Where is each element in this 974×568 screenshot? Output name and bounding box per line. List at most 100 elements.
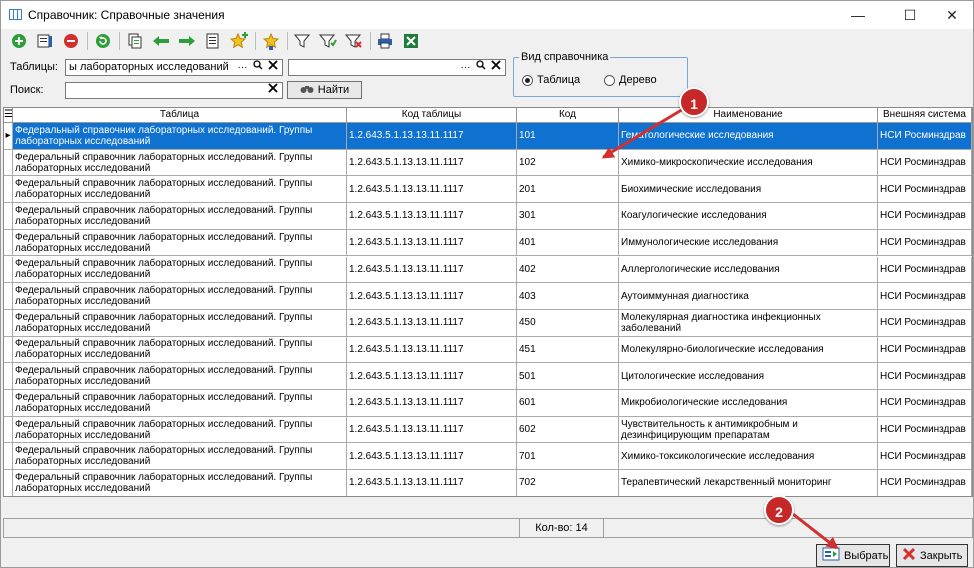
table-cell[interactable]: Аллергологические исследования: [619, 256, 878, 283]
table-cell[interactable]: 101: [517, 123, 619, 149]
table-cell[interactable]: НСИ Росминздрав: [878, 443, 972, 470]
radio-table-label[interactable]: Таблица: [537, 74, 580, 86]
table-cell[interactable]: НСИ Росминздрав: [878, 309, 972, 336]
table-cell[interactable]: 1.2.643.5.1.13.13.11.1117: [347, 203, 517, 229]
table-row[interactable]: Федеральный справочник лабораторных иссл…: [4, 256, 972, 284]
table-cell[interactable]: 501: [517, 363, 619, 389]
column-header[interactable]: Код: [517, 108, 619, 123]
search-icon[interactable]: [474, 60, 487, 75]
table-cell[interactable]: НСИ Росминздрав: [878, 416, 972, 443]
second-filter-field[interactable]: ···: [288, 59, 506, 76]
table-row[interactable]: Федеральный справочник лабораторных иссл…: [4, 149, 972, 177]
table-cell[interactable]: 201: [517, 176, 619, 203]
table-row[interactable]: Федеральный справочник лабораторных иссл…: [4, 470, 972, 496]
table-cell[interactable]: НСИ Росминздрав: [878, 123, 972, 149]
table-row[interactable]: ▸ Федеральный справочник лабораторных исс…: [4, 123, 972, 150]
table-cell[interactable]: 1.2.643.5.1.13.13.11.1117: [347, 229, 517, 256]
star-add-icon[interactable]: [230, 32, 248, 50]
search-input[interactable]: [65, 82, 283, 99]
table-row[interactable]: Федеральный справочник лабораторных иссл…: [4, 229, 972, 257]
search-icon[interactable]: [251, 60, 264, 75]
arrow-right-icon[interactable]: [178, 32, 196, 50]
edit-icon[interactable]: [36, 32, 54, 50]
table-cell[interactable]: НСИ Росминздрав: [878, 203, 972, 229]
table-cell[interactable]: Микробиологические исследования: [619, 390, 878, 416]
maximize-button[interactable]: ☐: [887, 1, 933, 29]
table-cell[interactable]: Молекулярная диагностика инфекционных за…: [619, 309, 878, 336]
radio-tree[interactable]: [604, 75, 615, 86]
grid-menu-icon[interactable]: ☰: [4, 108, 13, 123]
table-row[interactable]: Федеральный справочник лабораторных иссл…: [4, 309, 972, 337]
table-cell[interactable]: 402: [517, 256, 619, 283]
table-cell[interactable]: 602: [517, 416, 619, 443]
table-cell[interactable]: Федеральный справочник лабораторных иссл…: [13, 309, 347, 336]
column-header[interactable]: Наименование: [619, 108, 878, 123]
tables-field[interactable]: ы лабораторных исследований ···: [65, 59, 283, 76]
table-cell[interactable]: Федеральный справочник лабораторных иссл…: [13, 256, 347, 283]
table-cell[interactable]: Молекулярно-биологические исследования: [619, 336, 878, 363]
table-cell[interactable]: Федеральный справочник лабораторных иссл…: [13, 443, 347, 470]
table-row[interactable]: Федеральный справочник лабораторных иссл…: [4, 336, 972, 364]
table-cell[interactable]: НСИ Росминздрав: [878, 390, 972, 416]
minimize-button[interactable]: —: [835, 1, 881, 29]
ellipsis-button[interactable]: ···: [459, 60, 472, 75]
table-cell[interactable]: 1.2.643.5.1.13.13.11.1117: [347, 416, 517, 443]
table-cell[interactable]: Федеральный справочник лабораторных иссл…: [13, 203, 347, 229]
table-cell[interactable]: НСИ Росминздрав: [878, 363, 972, 389]
table-cell[interactable]: Федеральный справочник лабораторных иссл…: [13, 149, 347, 176]
refresh-icon[interactable]: [94, 32, 112, 50]
table-cell[interactable]: Федеральный справочник лабораторных иссл…: [13, 123, 347, 149]
table-cell[interactable]: Федеральный справочник лабораторных иссл…: [13, 283, 347, 309]
find-button[interactable]: Найти: [287, 81, 362, 99]
print-icon[interactable]: [376, 32, 394, 50]
table-cell[interactable]: Федеральный справочник лабораторных иссл…: [13, 336, 347, 363]
table-cell[interactable]: 450: [517, 309, 619, 336]
table-cell[interactable]: Федеральный справочник лабораторных иссл…: [13, 390, 347, 416]
filter-clear-icon[interactable]: [345, 32, 363, 50]
clear-icon[interactable]: [489, 60, 502, 75]
radio-table[interactable]: [522, 75, 533, 86]
delete-icon[interactable]: [62, 32, 80, 50]
table-cell[interactable]: 1.2.643.5.1.13.13.11.1117: [347, 443, 517, 470]
import-icon[interactable]: [204, 32, 222, 50]
table-row[interactable]: Федеральный справочник лабораторных иссл…: [4, 176, 972, 204]
table-row[interactable]: Федеральный справочник лабораторных иссл…: [4, 390, 972, 417]
table-cell[interactable]: 1.2.643.5.1.13.13.11.1117: [347, 123, 517, 149]
table-cell[interactable]: 1.2.643.5.1.13.13.11.1117: [347, 309, 517, 336]
clear-icon[interactable]: [266, 83, 279, 98]
ellipsis-button[interactable]: ···: [236, 60, 249, 75]
table-row[interactable]: Федеральный справочник лабораторных иссл…: [4, 203, 972, 230]
column-header[interactable]: Код таблицы: [347, 108, 517, 123]
table-cell[interactable]: Федеральный справочник лабораторных иссл…: [13, 470, 347, 496]
column-header[interactable]: Таблица: [13, 108, 347, 123]
close-button[interactable]: Закрыть: [896, 544, 968, 567]
filter-edit-icon[interactable]: [319, 32, 337, 50]
table-cell[interactable]: 1.2.643.5.1.13.13.11.1117: [347, 283, 517, 309]
table-cell[interactable]: 701: [517, 443, 619, 470]
clear-icon[interactable]: [266, 60, 279, 75]
table-cell[interactable]: 1.2.643.5.1.13.13.11.1117: [347, 149, 517, 176]
table-cell[interactable]: НСИ Росминздрав: [878, 283, 972, 309]
table-cell[interactable]: НСИ Росминздрав: [878, 470, 972, 496]
table-cell[interactable]: 1.2.643.5.1.13.13.11.1117: [347, 363, 517, 389]
table-cell[interactable]: 403: [517, 283, 619, 309]
table-cell[interactable]: Гематологические исследования: [619, 123, 878, 149]
table-cell[interactable]: 1.2.643.5.1.13.13.11.1117: [347, 256, 517, 283]
arrow-left-icon[interactable]: [152, 32, 170, 50]
add-icon[interactable]: [10, 32, 28, 50]
table-cell[interactable]: Иммунологические исследования: [619, 229, 878, 256]
table-cell[interactable]: 1.2.643.5.1.13.13.11.1117: [347, 176, 517, 203]
table-cell[interactable]: 702: [517, 470, 619, 496]
table-cell[interactable]: Федеральный справочник лабораторных иссл…: [13, 176, 347, 203]
table-cell[interactable]: Коагулогические исследования: [619, 203, 878, 229]
table-cell[interactable]: 301: [517, 203, 619, 229]
table-cell[interactable]: 1.2.643.5.1.13.13.11.1117: [347, 470, 517, 496]
table-cell[interactable]: Цитологические исследования: [619, 363, 878, 389]
table-cell[interactable]: Федеральный справочник лабораторных иссл…: [13, 229, 347, 256]
table-cell[interactable]: Биохимические исследования: [619, 176, 878, 203]
table-row[interactable]: Федеральный справочник лабораторных иссл…: [4, 416, 972, 444]
copy-icon[interactable]: [126, 32, 144, 50]
table-cell[interactable]: 601: [517, 390, 619, 416]
column-header[interactable]: Внешняя система: [878, 108, 972, 123]
table-cell[interactable]: НСИ Росминздрав: [878, 256, 972, 283]
